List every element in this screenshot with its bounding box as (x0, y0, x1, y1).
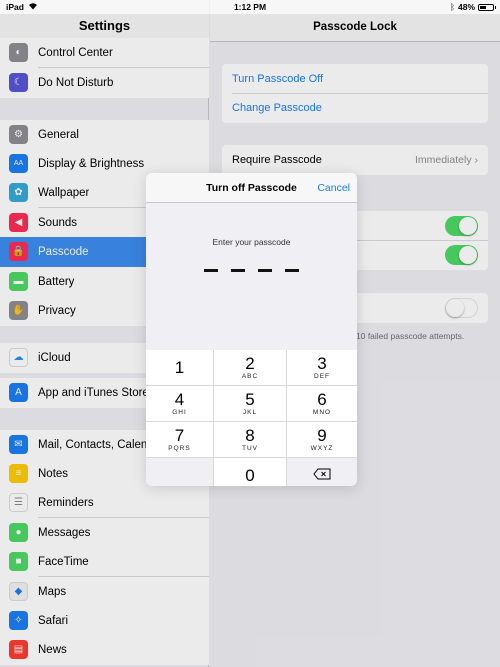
passcode-field[interactable] (146, 269, 357, 272)
passcode-digit-slot (258, 269, 272, 272)
key-7[interactable]: 7 PQRS (146, 422, 213, 457)
backspace-icon (313, 467, 331, 485)
key-digit: 2 (245, 354, 255, 373)
turn-off-passcode-dialog: Turn off Passcode Cancel Enter your pass… (146, 173, 357, 486)
device-name: iPad (6, 2, 24, 12)
key-letters: PQRS (168, 445, 191, 452)
key-digit: 8 (245, 426, 255, 445)
key-letters: ABC (241, 373, 259, 380)
key-letters: WXYZ (310, 445, 334, 452)
status-bar: iPad 1:12 PM ᛒ 48% (0, 0, 500, 14)
key-letters: DEF (314, 373, 330, 380)
key-letters: JKL (242, 409, 258, 416)
key-2[interactable]: 2 ABC (214, 350, 286, 385)
key-5[interactable]: 5 JKL (214, 386, 286, 421)
passcode-prompt: Enter your passcode (212, 237, 291, 247)
key-0[interactable]: 0 (214, 458, 286, 486)
key-letters: GHI (172, 409, 187, 416)
keypad-blank (146, 458, 213, 486)
key-digit: 7 (174, 426, 185, 445)
passcode-digit-slot (204, 269, 218, 272)
key-1[interactable]: 1 (146, 350, 213, 385)
bluetooth-icon: ᛒ (449, 2, 455, 12)
dialog-header: Turn off Passcode Cancel (146, 173, 357, 203)
battery-percent: 48% (457, 2, 475, 12)
clock: 1:12 PM (233, 2, 267, 12)
key-8[interactable]: 8 TUV (214, 422, 286, 457)
key-digit: 6 (317, 390, 327, 409)
key-letters: TUV (242, 445, 258, 452)
dialog-title: Turn off Passcode (206, 181, 297, 194)
key-digit: 9 (317, 426, 327, 445)
passcode-digit-slot (285, 269, 299, 272)
key-9[interactable]: 9 WXYZ (287, 422, 357, 457)
key-letters: MNO (312, 409, 332, 416)
passcode-digit-slot (231, 269, 245, 272)
numeric-keypad: 1 2 ABC 3 DEF 4 GHI 5 JKL 6 MNO 7 PQRS 8 TUV 9 WXYZ 0 (146, 350, 357, 486)
battery-icon (478, 3, 496, 11)
wifi-icon (28, 2, 38, 12)
delete-key[interactable] (287, 458, 357, 486)
key-4[interactable]: 4 GHI (146, 386, 213, 421)
key-digit: 5 (245, 390, 255, 409)
key-3[interactable]: 3 DEF (287, 350, 357, 385)
key-digit: 4 (174, 390, 185, 409)
cancel-button[interactable]: Cancel (317, 182, 350, 194)
key-6[interactable]: 6 MNO (287, 386, 357, 421)
key-digit: 0 (245, 466, 255, 485)
key-digit: 3 (317, 354, 327, 373)
key-digit: 1 (174, 358, 185, 377)
